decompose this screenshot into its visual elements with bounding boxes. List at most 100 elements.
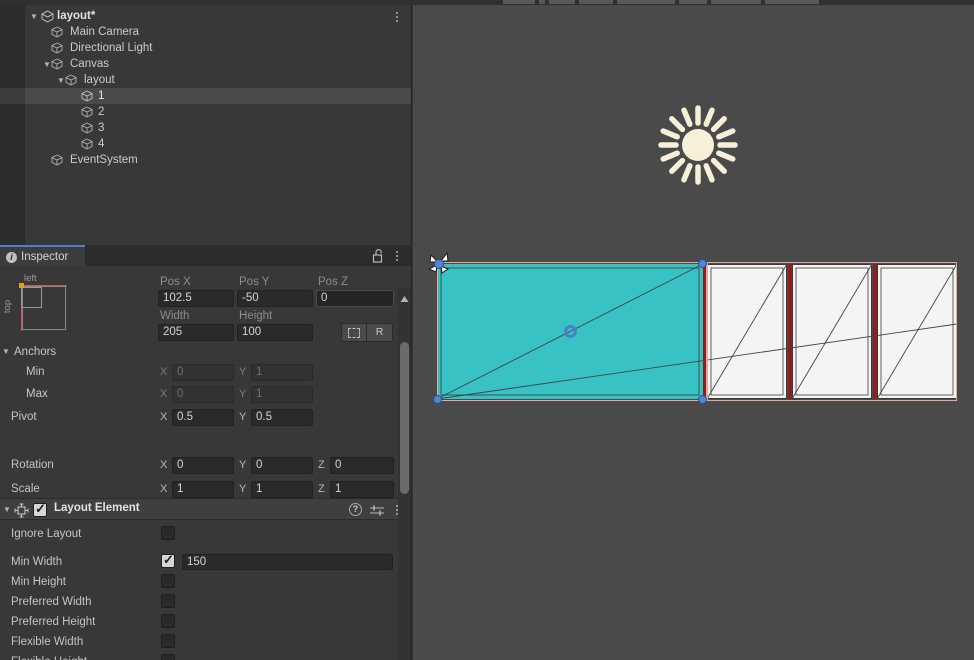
scale-z-input[interactable]: 1 [330, 481, 394, 498]
toolbar-segment[interactable] [616, 0, 676, 4]
raw-edit-mode-button[interactable]: R [367, 323, 393, 342]
scale-y-input[interactable]: 1 [251, 481, 313, 498]
max-x-axis-label: X [160, 388, 168, 400]
anchor-gizmo[interactable] [427, 251, 457, 282]
gameobject-cube-icon [64, 72, 78, 88]
flexible-width-checkbox[interactable] [161, 634, 175, 648]
pos-z-input[interactable]: 0 [316, 290, 394, 307]
anchor-max-y-input: 1 [251, 386, 313, 403]
hierarchy-item-2[interactable]: 2 [0, 104, 411, 120]
inspector-scrollbar[interactable] [398, 288, 411, 660]
rotation-label: Rotation [11, 459, 54, 471]
gameobject-cube-icon [80, 120, 94, 136]
scale-x-input[interactable]: 1 [172, 481, 234, 498]
hierarchy-item-directional-light[interactable]: Directional Light [0, 40, 411, 56]
rotation-y-input[interactable]: 0 [251, 457, 313, 474]
hierarchy-item-3[interactable]: 3 [0, 120, 411, 136]
pivot-x-input[interactable]: 0.5 [172, 409, 234, 426]
rotation-x-input[interactable]: 0 [172, 457, 234, 474]
pivot-x-axis-label: X [160, 411, 168, 423]
min-width-input[interactable]: 150 [182, 554, 393, 570]
tab-inspector[interactable]: i Inspector [0, 245, 85, 266]
anchor-line-horizontal [21, 285, 67, 286]
resize-handle-bottom-right[interactable] [698, 395, 707, 404]
pos-y-label: Pos Y [239, 276, 270, 288]
height-input[interactable]: 100 [237, 324, 313, 341]
hierarchy-item-canvas[interactable]: ▼ Canvas [0, 56, 411, 72]
toolbar-segment[interactable] [538, 0, 546, 4]
anchor-preset-left-label: left [24, 273, 37, 284]
chevron-down-icon[interactable]: ▼ [3, 505, 11, 514]
inspector-panel: i Inspector left top Pos X Pos Y Pos Z 1… [0, 245, 412, 660]
rotation-z-axis-label: Z [318, 459, 325, 471]
info-icon: i [6, 252, 17, 263]
scale-label: Scale [11, 483, 40, 495]
inspector-scroll-thumb[interactable] [400, 342, 409, 494]
width-input[interactable]: 205 [158, 324, 234, 341]
hierarchy-item-4[interactable]: 4 [0, 136, 411, 152]
min-width-checkbox[interactable]: ✓ [161, 552, 175, 568]
anchor-min-y-input: 1 [251, 364, 313, 381]
unlocked-padlock-icon[interactable] [372, 249, 385, 263]
hierarchy-item-label: EventSystem [70, 154, 138, 166]
gameobject-cube-icon [50, 152, 64, 168]
anchors-title: Anchors [14, 346, 57, 358]
flexible-height-checkbox[interactable] [161, 654, 175, 660]
resize-handle-bottom-left[interactable] [433, 395, 442, 404]
chevron-down-icon[interactable]: ▼ [28, 8, 40, 25]
pivot-handle[interactable] [564, 325, 577, 338]
preferred-height-label: Preferred Height [11, 616, 96, 628]
toolbar-segment[interactable] [502, 0, 536, 4]
chevron-down-icon[interactable]: ▼ [2, 347, 10, 356]
preset-sliders-icon[interactable] [370, 504, 384, 516]
hierarchy-item-label: 1 [98, 90, 105, 102]
preferred-height-checkbox[interactable] [161, 614, 175, 628]
min-height-checkbox[interactable] [161, 574, 175, 588]
preferred-width-checkbox[interactable] [161, 594, 175, 608]
blueprint-mode-button[interactable] [341, 323, 367, 342]
inspector-kebab-menu-icon[interactable] [391, 249, 403, 263]
layout-element-enabled-checkbox[interactable]: ✓ [33, 501, 47, 517]
rotation-z-input[interactable]: 0 [330, 457, 394, 474]
hierarchy-item-label: 3 [98, 122, 105, 134]
scale-y-axis-label: Y [239, 483, 247, 495]
hierarchy-kebab-menu-icon[interactable] [391, 10, 403, 24]
toolbar-segment[interactable] [548, 0, 576, 4]
gameobject-cube-icon [80, 104, 94, 120]
flexible-width-label: Flexible Width [11, 636, 84, 648]
resize-handle-top-right[interactable] [698, 259, 707, 268]
hierarchy-item-eventsystem[interactable]: EventSystem [0, 152, 411, 168]
toolbar-segment[interactable] [578, 0, 614, 4]
help-circle-icon[interactable]: ? [349, 503, 362, 516]
rotation-y-axis-label: Y [239, 459, 247, 471]
height-label: Height [239, 310, 273, 322]
toolbar-segment[interactable] [764, 0, 820, 4]
anchor-preset-inner-rect [21, 287, 42, 308]
anchor-pivot-dot [19, 283, 24, 288]
pivot-y-input[interactable]: 0.5 [251, 409, 313, 426]
hierarchy-item-main-camera[interactable]: Main Camera [0, 24, 411, 40]
gameobject-cube-icon [80, 136, 94, 152]
gameobject-cube-icon [50, 40, 64, 56]
directional-light-sun-icon[interactable] [653, 100, 743, 195]
anchor-preset-widget[interactable]: left top [2, 273, 76, 343]
preferred-width-label: Preferred Width [11, 596, 92, 608]
hierarchy-item-1[interactable]: 1 [0, 88, 411, 104]
anchor-preset-top-label: top [2, 299, 14, 314]
pivot-label: Pivot [11, 411, 37, 423]
anchors-foldout[interactable]: ▼ Anchors [2, 346, 57, 358]
scroll-up-arrow-icon[interactable] [400, 291, 409, 302]
pos-y-input[interactable]: -50 [237, 290, 313, 307]
toolbar-segment[interactable] [678, 0, 708, 4]
hierarchy-item-layout[interactable]: ▼ layout [0, 72, 411, 88]
toolbar-segment[interactable] [710, 0, 762, 4]
pos-x-input[interactable]: 102.5 [158, 290, 234, 307]
anchor-min-x-input: 0 [172, 364, 234, 381]
hierarchy-item-label: layout [84, 74, 115, 86]
hierarchy-item-layout-scene[interactable]: ▼ layout* [0, 8, 411, 24]
gameobject-cube-icon [50, 24, 64, 40]
pos-x-label: Pos X [160, 276, 191, 288]
inspector-tabbar: i Inspector [0, 245, 411, 266]
ignore-layout-checkbox[interactable] [161, 526, 175, 540]
layout-element-component-header[interactable]: ▼ ✓ Layout Element ? [0, 498, 411, 520]
